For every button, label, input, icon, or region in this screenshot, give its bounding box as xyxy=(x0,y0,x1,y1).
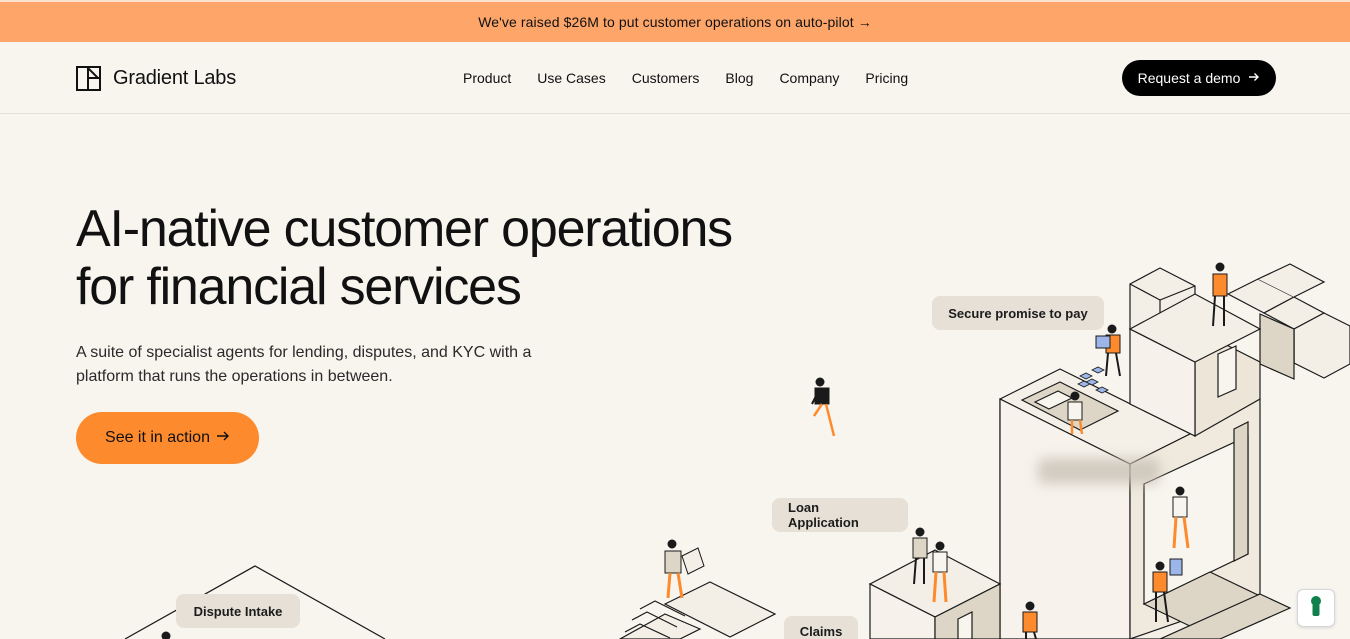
tag-dispute-intake: Dispute Intake xyxy=(176,594,300,628)
top-nav: Gradient Labs Product Use Cases Customer… xyxy=(0,42,1350,114)
nav-item-company[interactable]: Company xyxy=(779,70,839,86)
blurred-label xyxy=(1038,458,1160,484)
logo-mark-icon xyxy=(76,66,101,91)
see-it-in-action-button[interactable]: See it in action xyxy=(76,412,259,464)
hero-subtitle: A suite of specialist agents for lending… xyxy=(76,344,532,385)
announcement-text[interactable]: We've raised $26M to put customer operat… xyxy=(478,14,872,30)
nav-item-product[interactable]: Product xyxy=(463,70,511,86)
see-it-in-action-label: See it in action xyxy=(105,429,210,446)
brand-logo[interactable]: Gradient Labs xyxy=(76,66,236,91)
arrow-right-icon xyxy=(1248,70,1260,86)
privacy-settings-button[interactable] xyxy=(1297,589,1335,627)
hero-title-line-2: for financial services xyxy=(76,258,522,316)
hero-title-line-1: AI-native customer operations xyxy=(76,200,733,258)
nav-menu: Product Use Cases Customers Blog Company… xyxy=(463,70,908,86)
nav-item-blog[interactable]: Blog xyxy=(725,70,753,86)
arrow-right-icon xyxy=(216,429,230,447)
tag-claims: Claims xyxy=(784,616,858,639)
keyhole-icon xyxy=(1309,595,1323,622)
announcement-bar[interactable]: We've raised $26M to put customer operat… xyxy=(0,0,1350,42)
nav-item-pricing[interactable]: Pricing xyxy=(865,70,908,86)
request-demo-button[interactable]: Request a demo xyxy=(1122,60,1276,96)
tag-loan-application: Loan Application xyxy=(772,498,908,532)
nav-item-customers[interactable]: Customers xyxy=(632,70,700,86)
hero-title: AI-native customer operations for financ… xyxy=(76,200,836,316)
nav-item-use-cases[interactable]: Use Cases xyxy=(537,70,605,86)
request-demo-label: Request a demo xyxy=(1137,70,1241,86)
brand-name: Gradient Labs xyxy=(113,67,237,89)
tag-secure-promise: Secure promise to pay xyxy=(932,296,1104,330)
